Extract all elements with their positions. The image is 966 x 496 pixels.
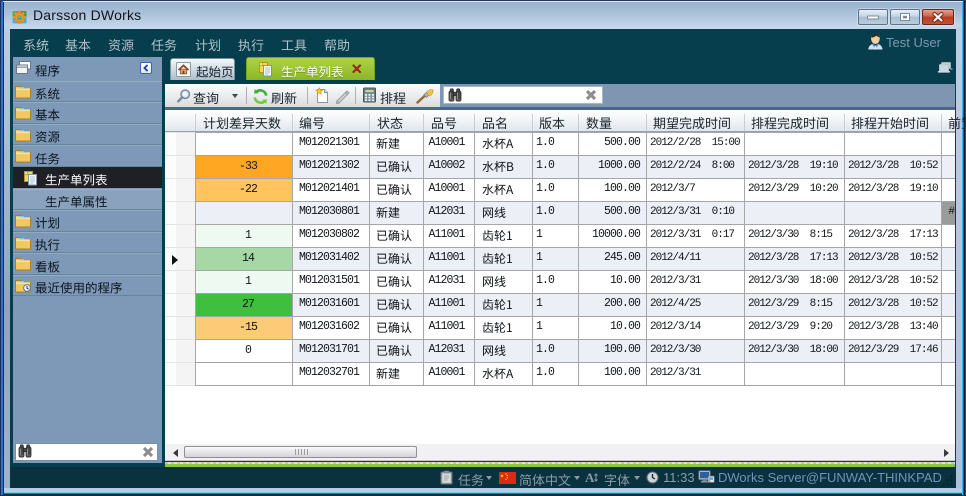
svg-text:A: A bbox=[585, 471, 595, 484]
